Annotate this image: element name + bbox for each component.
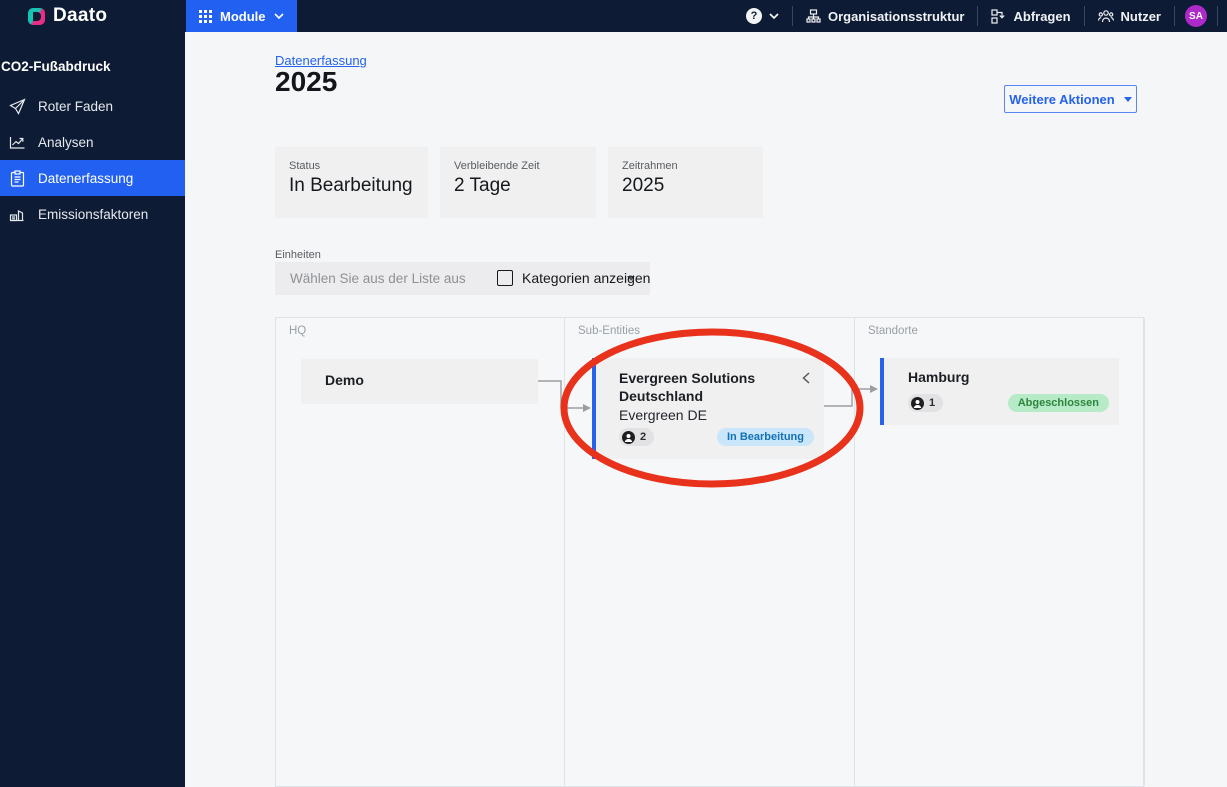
sidebar-item-label: Datenerfassung	[38, 170, 134, 186]
stat-value: 2 Tage	[454, 175, 511, 196]
help-menu-button[interactable]: ?	[733, 0, 792, 32]
org-structure-icon	[806, 8, 821, 24]
daato-logo-icon	[28, 7, 45, 25]
sidebar: CO2-Fußabdruck Roter Faden Analysen Date…	[0, 32, 185, 787]
sidebar-item-analysen[interactable]: Analysen	[0, 124, 185, 160]
org-structure-button[interactable]: Organisationsstruktur	[793, 0, 978, 32]
sidebar-section-title: CO2-Fußabdruck	[1, 59, 111, 74]
account-menu[interactable]: SA	[1175, 0, 1217, 32]
stat-value: 2025	[622, 175, 665, 196]
top-bar: Daato Module ? Organisationsstruktur Abf…	[0, 0, 1227, 32]
show-categories-checkbox[interactable]	[497, 270, 513, 286]
entity-card-hamburg[interactable]: Hamburg 1 Abgeschlossen	[880, 358, 1119, 425]
user-count: 1	[929, 397, 936, 409]
stat-card-status: Status In Bearbeitung	[275, 147, 428, 218]
units-label: Einheiten	[275, 249, 321, 261]
daato-logo-text: Daato	[53, 5, 108, 26]
daato-logo: Daato	[28, 0, 107, 32]
show-categories-label[interactable]: Kategorien anzeigen	[522, 270, 650, 286]
user-count-badge: 2	[619, 428, 655, 446]
entity-card-title: Demo	[325, 372, 364, 388]
stat-label: Zeitrahmen	[622, 160, 678, 172]
help-icon: ?	[745, 8, 762, 24]
entity-card-demo[interactable]: Demo	[301, 359, 538, 404]
user-icon	[622, 430, 635, 444]
page-title: 2025	[275, 66, 338, 97]
users-icon	[1097, 9, 1114, 23]
sidebar-item-roter-faden[interactable]: Roter Faden	[0, 88, 185, 124]
caret-down-icon	[1123, 96, 1132, 102]
stat-label: Verbleibende Zeit	[454, 160, 540, 172]
sidebar-item-datenerfassung[interactable]: Datenerfassung	[0, 160, 185, 196]
entity-card-evergreen[interactable]: Evergreen Solutions Deutschland Evergree…	[592, 358, 824, 459]
module-menu-button[interactable]: Module	[186, 0, 297, 32]
stat-card-remaining-time: Verbleibende Zeit 2 Tage	[440, 147, 596, 218]
status-badge: In Bearbeitung	[716, 428, 814, 446]
collapse-chevron-left-icon[interactable]	[802, 371, 810, 389]
chevron-down-icon	[273, 13, 284, 19]
chevron-down-icon	[769, 13, 779, 19]
emission-factors-icon	[8, 206, 26, 222]
sidebar-item-label: Analysen	[38, 134, 94, 150]
users-label: Nutzer	[1120, 8, 1161, 24]
more-actions-label: Weitere Aktionen	[1009, 91, 1115, 107]
queries-label: Abfragen	[1013, 8, 1071, 24]
units-select-placeholder: Wählen Sie aus der Liste aus	[290, 271, 466, 286]
sidebar-item-emissionsfaktoren[interactable]: Emissionsfaktoren	[0, 196, 185, 232]
entity-board: HQ Sub-Entities Standorte Demo Evergreen…	[275, 317, 1145, 787]
stat-value: In Bearbeitung	[289, 175, 413, 196]
entity-card-subtitle: Evergreen DE	[619, 407, 707, 423]
sidebar-item-label: Roter Faden	[38, 98, 114, 114]
topbar-divider	[1217, 6, 1218, 26]
queries-button[interactable]: Abfragen	[978, 0, 1083, 32]
more-actions-button[interactable]: Weitere Aktionen	[1004, 85, 1137, 113]
column-title: Standorte	[868, 325, 918, 337]
module-menu-label: Module	[220, 8, 266, 24]
user-avatar[interactable]: SA	[1185, 5, 1207, 27]
grid-icon	[199, 9, 212, 23]
column-title: HQ	[289, 325, 307, 337]
column-title: Sub-Entities	[578, 325, 641, 337]
user-count: 2	[640, 431, 647, 443]
entity-card-title: Evergreen Solutions Deutschland	[619, 370, 756, 404]
sidebar-item-label: Emissionsfaktoren	[38, 206, 149, 222]
stat-card-timeframe: Zeitrahmen 2025	[608, 147, 763, 218]
queries-icon	[991, 8, 1006, 24]
paper-plane-icon	[8, 97, 26, 115]
users-button[interactable]: Nutzer	[1085, 0, 1174, 32]
status-badge: Abgeschlossen	[1007, 394, 1109, 412]
user-count-badge: 1	[908, 394, 944, 412]
main-content: Datenerfassung 2025 Weitere Aktionen Sta…	[185, 32, 1227, 787]
line-chart-icon	[8, 134, 26, 151]
entity-card-title: Hamburg	[908, 369, 970, 385]
org-structure-label: Organisationsstruktur	[827, 8, 965, 24]
user-icon	[911, 396, 924, 410]
stat-label: Status	[289, 160, 321, 172]
clipboard-icon	[8, 169, 26, 187]
